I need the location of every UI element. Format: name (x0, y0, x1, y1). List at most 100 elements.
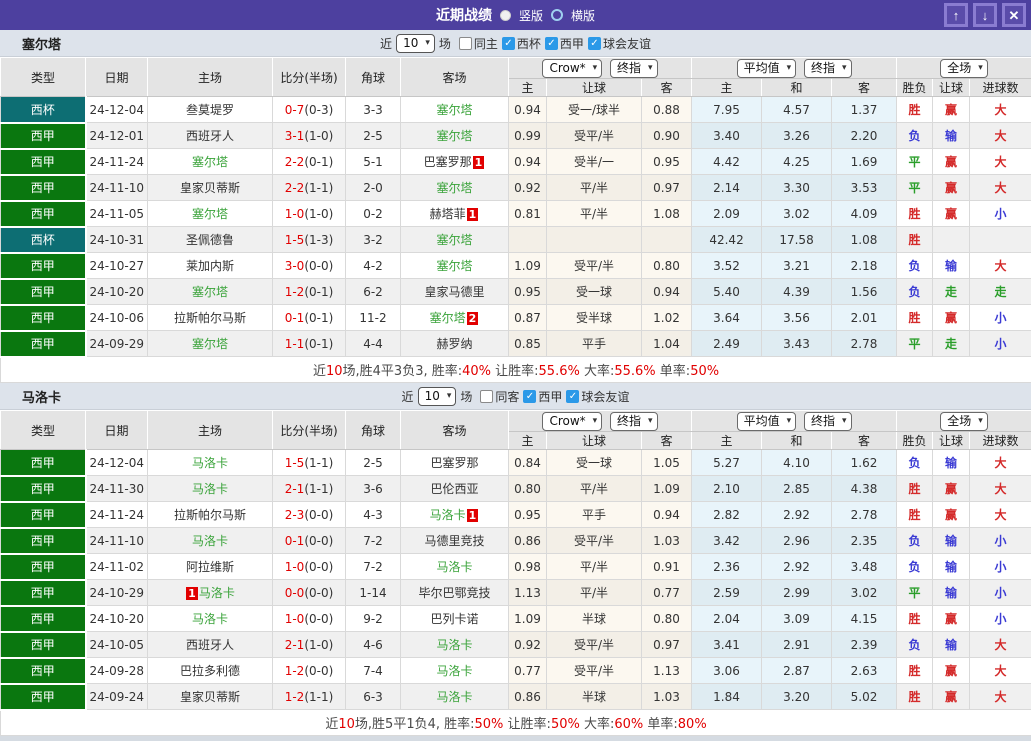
halftime-score: (0-0) (304, 560, 333, 574)
crown-away-odds: 1.13 (642, 658, 692, 684)
result-handicap: 输 (933, 253, 970, 279)
result-outcome: 胜 (897, 606, 933, 632)
scope-select[interactable]: 全场▾ (940, 59, 988, 78)
crown-handicap: 平/半 (547, 175, 642, 201)
result-text: 大 (995, 129, 1007, 143)
team-name-text: 马洛卡 (192, 456, 228, 470)
crown-handicap: 受平/半 (547, 123, 642, 149)
bookmaker-select[interactable]: Crow*▾ (542, 412, 602, 431)
checkbox-icon[interactable] (480, 390, 493, 403)
score: 2-1(1-1) (273, 476, 346, 502)
team-name-text: 马洛卡 (199, 586, 235, 600)
fulltime-score: 0-1 (285, 311, 305, 325)
match-row: 西甲24-11-30马洛卡2-1(1-1)3-6巴伦西亚0.80平/半1.092… (1, 476, 1031, 502)
team-name-text: 塞尔塔 (192, 155, 228, 169)
result-handicap: 输 (933, 580, 970, 606)
avg-away-odds: 2.39 (832, 632, 897, 658)
league-type: 西甲 (1, 658, 86, 684)
result-text: 平 (909, 586, 921, 600)
result-text: 胜 (909, 664, 921, 678)
checkbox-icon[interactable]: ✓ (545, 37, 558, 50)
result-text: 小 (995, 534, 1007, 548)
avg-away-odds: 3.48 (832, 554, 897, 580)
move-up-button[interactable]: ↑ (944, 3, 968, 27)
close-button[interactable]: ✕ (1002, 3, 1026, 27)
avg-home-odds: 2.10 (692, 476, 762, 502)
average-value: 平均值 (744, 61, 780, 76)
vertical-radio[interactable] (500, 10, 511, 21)
match-row: 西甲24-10-291马洛卡0-0(0-0)1-14毕尔巴鄂竞技1.13平/半0… (1, 580, 1031, 606)
avg-away-odds: 1.08 (832, 227, 897, 253)
result-handicap: 赢 (933, 201, 970, 227)
result-text: 赢 (945, 207, 957, 221)
filter-checkbox-西甲[interactable]: ✓西甲 (523, 388, 562, 405)
team-name-text: 赫塔菲 (430, 207, 466, 221)
scope-select[interactable]: 全场▾ (940, 412, 988, 431)
move-down-button[interactable]: ↓ (973, 3, 997, 27)
team-name-text: 拉斯帕尔马斯 (174, 311, 246, 325)
col-header-crown-handicap: 让球 (547, 79, 642, 97)
halftime-score: (1-0) (304, 638, 333, 652)
filter-checkbox-西甲[interactable]: ✓西甲 (545, 35, 584, 52)
home-team: 塞尔塔 (148, 201, 273, 227)
avg-away-odds: 4.15 (832, 606, 897, 632)
summary-segment: 场,胜4平3负3, 胜率: (343, 364, 463, 379)
filter-checkbox-同主[interactable]: 同主 (459, 35, 498, 52)
home-team: 马洛卡 (148, 606, 273, 632)
result-outcome: 胜 (897, 476, 933, 502)
result-text: 胜 (909, 103, 921, 117)
result-goals: 大 (970, 97, 1031, 123)
match-date: 24-10-31 (86, 227, 148, 253)
halftime-score: (0-0) (304, 508, 333, 522)
summary-text: 近10场,胜5平1负4, 胜率:50% 让胜率:50% 大率:60% 单率:80… (1, 710, 1031, 736)
filter-checkbox-球会友谊[interactable]: ✓球会友谊 (566, 388, 629, 405)
team-name-text: 巴塞罗那 (430, 456, 478, 470)
filter-checkbox-球会友谊[interactable]: ✓球会友谊 (588, 35, 651, 52)
horizontal-radio-label[interactable]: 横版 (571, 7, 595, 24)
odds-stage-select[interactable]: 终指▾ (610, 412, 658, 431)
crown-home-odds: 0.94 (509, 97, 547, 123)
col-header-handicap-result: 让球 (933, 79, 970, 97)
bookmaker-select[interactable]: Crow*▾ (542, 59, 602, 78)
result-text: 大 (995, 155, 1007, 169)
result-goals: 走 (970, 279, 1031, 305)
checkbox-icon[interactable]: ✓ (502, 37, 515, 50)
col-header-avg-away: 客 (832, 432, 897, 450)
checkbox-icon[interactable] (459, 37, 472, 50)
recent-count-select[interactable]: 10 ▾ (418, 387, 457, 406)
result-text: 胜 (909, 508, 921, 522)
recent-count-select[interactable]: 10 ▾ (396, 34, 435, 53)
section-header-band: 塞尔塔 近 10 ▾ 场 同主✓西杯✓西甲✓球会友谊 (0, 30, 1031, 57)
odds-stage-value: 终指 (617, 414, 641, 429)
fulltime-score: 3-1 (285, 129, 305, 143)
vertical-radio-label[interactable]: 竖版 (519, 7, 543, 24)
match-row: 西甲24-09-24皇家贝蒂斯1-2(1-1)6-3马洛卡0.86半球1.031… (1, 684, 1031, 710)
score: 1-1(0-1) (273, 331, 346, 357)
fulltime-score: 1-1 (285, 337, 305, 351)
crown-home-odds: 0.86 (509, 684, 547, 710)
avg-home-odds: 2.09 (692, 201, 762, 227)
average-stage-select[interactable]: 终指▾ (804, 412, 852, 431)
filter-checkbox-同客[interactable]: 同客 (480, 388, 519, 405)
checkbox-icon[interactable]: ✓ (566, 390, 579, 403)
odds-stage-select[interactable]: 终指▾ (610, 59, 658, 78)
avg-home-odds: 2.59 (692, 580, 762, 606)
result-outcome: 胜 (897, 658, 933, 684)
away-team: 塞尔塔2 (401, 305, 509, 331)
filter-checkbox-西杯[interactable]: ✓西杯 (502, 35, 541, 52)
result-goals: 大 (970, 632, 1031, 658)
average-select[interactable]: 平均值▾ (737, 412, 797, 431)
checkbox-icon[interactable]: ✓ (523, 390, 536, 403)
average-stage-value: 终指 (811, 414, 835, 429)
crown-handicap: 平/半 (547, 554, 642, 580)
crown-home-odds: 0.86 (509, 528, 547, 554)
checkbox-icon[interactable]: ✓ (588, 37, 601, 50)
average-stage-select[interactable]: 终指▾ (804, 59, 852, 78)
corner-count: 11-2 (346, 305, 401, 331)
avg-home-odds: 2.36 (692, 554, 762, 580)
fulltime-score: 1-0 (285, 207, 305, 221)
red-card-badge: 1 (467, 509, 479, 522)
fulltime-score: 3-0 (285, 259, 305, 273)
horizontal-radio[interactable] (551, 9, 563, 21)
average-select[interactable]: 平均值▾ (737, 59, 797, 78)
